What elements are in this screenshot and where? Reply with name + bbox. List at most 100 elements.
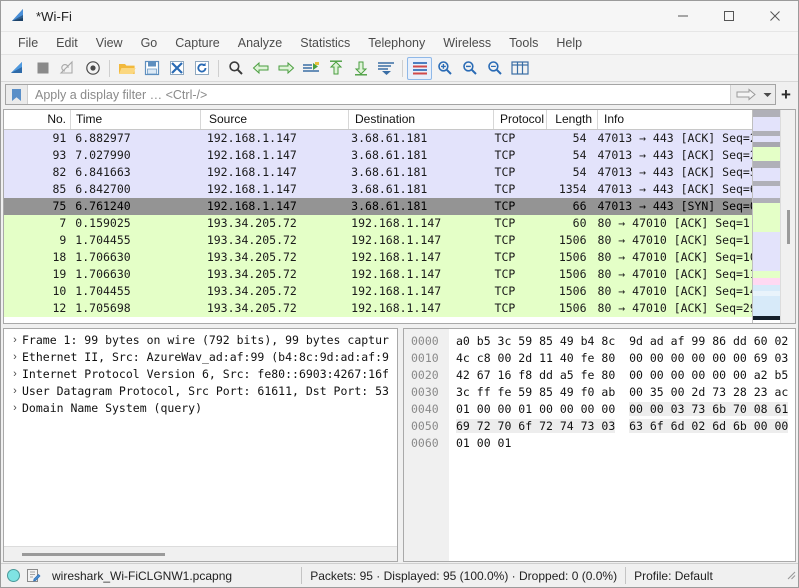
add-filter-button-button[interactable]: + xyxy=(776,84,796,105)
profile-label[interactable]: Profile: Default xyxy=(634,569,713,583)
menu-view[interactable]: View xyxy=(87,34,132,52)
zoom-out-icon[interactable] xyxy=(457,57,482,80)
menu-help[interactable]: Help xyxy=(547,34,591,52)
table-row[interactable]: 82 6.841663 192.168.1.147 3.68.61.181 TCP 54 4… xyxy=(4,164,795,181)
menu-statistics[interactable]: Statistics xyxy=(291,34,359,52)
chevron-right-icon[interactable]: › xyxy=(8,332,22,349)
capture-options-icon[interactable] xyxy=(80,57,105,80)
hex-bytes-left: 69 72 70 6f 72 74 73 03 xyxy=(456,419,616,433)
column-header-protocol[interactable]: Protocol xyxy=(494,110,547,129)
column-header-source[interactable]: Source xyxy=(201,110,349,129)
cell-src: 193.34.205.72 xyxy=(206,250,297,264)
detail-horizontal-scrollbar[interactable] xyxy=(4,546,397,561)
go-to-first-icon[interactable] xyxy=(323,57,348,80)
auto-scroll-icon[interactable] xyxy=(373,57,398,80)
chevron-down-icon[interactable] xyxy=(760,85,775,104)
packet-detail-tree[interactable]: › Frame 1: 99 bytes on wire (792 bits), 9… xyxy=(4,329,397,546)
status-left: wireshark_Wi-FiCLGNW1.pcapng xyxy=(3,568,232,583)
cell-time: 6.882977 xyxy=(75,131,131,145)
filter-input-container[interactable]: Apply a display filter … <Ctrl-/> xyxy=(5,84,776,105)
menu-go[interactable]: Go xyxy=(132,34,167,52)
cell-proto: TCP xyxy=(494,165,516,179)
cell-time: 1.704455 xyxy=(75,284,131,298)
detail-scrollbar-thumb[interactable] xyxy=(22,553,165,556)
zoom-in-icon[interactable] xyxy=(432,57,457,80)
cell-len: 54 xyxy=(572,165,587,179)
cell-proto: TCP xyxy=(494,233,516,247)
column-header-no[interactable]: No. xyxy=(4,110,71,129)
capture-comment-icon[interactable] xyxy=(23,568,43,583)
column-header-time[interactable]: Time xyxy=(71,110,201,129)
save-file-icon[interactable] xyxy=(139,57,164,80)
cell-time: 6.761240 xyxy=(75,199,131,213)
chevron-right-icon[interactable]: › xyxy=(8,400,22,417)
maximize-button[interactable] xyxy=(706,1,752,32)
bookmark-icon[interactable] xyxy=(6,85,28,104)
menu-edit[interactable]: Edit xyxy=(47,34,87,52)
menu-analyze[interactable]: Analyze xyxy=(229,34,291,52)
table-row[interactable]: 19 1.706630 193.34.205.72 192.168.1.147 TCP 1… xyxy=(4,266,795,283)
apply-filter-arrow-icon[interactable] xyxy=(730,85,760,104)
packet-list-minimap[interactable] xyxy=(752,110,780,323)
column-header-length[interactable]: Length xyxy=(547,110,598,129)
expert-info-icon[interactable] xyxy=(3,568,23,583)
stop-capture-icon[interactable] xyxy=(30,57,55,80)
hex-line[interactable]: 69 72 70 6f 72 74 73 03 63 6f 6d 02 6d 6… xyxy=(456,418,795,435)
packet-list-scrollbar[interactable] xyxy=(780,110,795,323)
resize-grip-icon[interactable] xyxy=(782,569,796,583)
menu-file[interactable]: File xyxy=(9,34,47,52)
minimap-segment xyxy=(753,278,780,286)
hex-line[interactable]: a0 b5 3c 59 85 49 b4 8c 9d ad af 99 86 d… xyxy=(456,333,795,350)
go-to-packet-icon[interactable] xyxy=(298,57,323,80)
hex-bytes-right: 00 35 00 2d 73 28 23 ac xyxy=(629,385,789,399)
find-packet-icon[interactable] xyxy=(223,57,248,80)
open-file-icon[interactable] xyxy=(114,57,139,80)
restart-capture-icon[interactable] xyxy=(55,57,80,80)
reload-file-icon[interactable] xyxy=(189,57,214,80)
detail-tree-item[interactable]: › Ethernet II, Src: AzureWav_ad:af:99 (b4… xyxy=(4,349,397,366)
column-header-destination[interactable]: Destination xyxy=(349,110,494,129)
chevron-right-icon[interactable]: › xyxy=(8,366,22,383)
hex-line[interactable]: 01 00 00 01 00 00 00 00 00 00 03 73 6b 7… xyxy=(456,401,795,418)
search-input[interactable]: Apply a display filter … <Ctrl-/> xyxy=(28,88,730,102)
start-capture-icon[interactable] xyxy=(5,57,30,80)
chevron-right-icon[interactable]: › xyxy=(8,383,22,400)
hex-line[interactable]: 42 67 16 f8 dd a5 fe 80 00 00 00 00 00 0… xyxy=(456,367,795,384)
table-row[interactable]: 93 7.027990 192.168.1.147 3.68.61.181 TCP 54 4… xyxy=(4,147,795,164)
cell-dst: 3.68.61.181 xyxy=(351,182,428,196)
hex-line[interactable]: 01 00 01 xyxy=(456,435,795,452)
detail-tree-item[interactable]: › User Datagram Protocol, Src Port: 61611… xyxy=(4,383,397,400)
menu-telephony[interactable]: Telephony xyxy=(359,34,434,52)
menu-wireless[interactable]: Wireless xyxy=(434,34,500,52)
detail-tree-item[interactable]: › Internet Protocol Version 6, Src: fe80:… xyxy=(4,366,397,383)
table-row[interactable]: 9 1.704455 193.34.205.72 192.168.1.147 TCP 15… xyxy=(4,232,795,249)
zoom-reset-icon[interactable] xyxy=(482,57,507,80)
minimize-button[interactable] xyxy=(660,1,706,32)
cell-no: 10 xyxy=(52,284,67,298)
hex-bytes-body[interactable]: a0 b5 3c 59 85 49 b4 8c 9d ad af 99 86 d… xyxy=(449,329,795,561)
table-row[interactable]: 7 0.159025 193.34.205.72 192.168.1.147 TCP 60… xyxy=(4,215,795,232)
colorize-packets-icon[interactable] xyxy=(407,56,432,80)
scrollbar-thumb[interactable] xyxy=(787,210,790,244)
detail-tree-item-label: Frame 1: 99 bytes on wire (792 bits), 99… xyxy=(22,333,389,347)
table-row[interactable]: 18 1.706630 193.34.205.72 192.168.1.147 TCP 1… xyxy=(4,249,795,266)
detail-tree-item[interactable]: › Frame 1: 99 bytes on wire (792 bits), 9… xyxy=(4,332,397,349)
go-back-icon[interactable] xyxy=(248,57,273,80)
table-row[interactable]: 10 1.704455 193.34.205.72 192.168.1.147 TCP 1… xyxy=(4,283,795,300)
menu-tools[interactable]: Tools xyxy=(500,34,547,52)
packet-list-body[interactable]: 91 6.882977 192.168.1.147 3.68.61.181 TCP 54 4… xyxy=(4,130,795,323)
table-row[interactable]: 85 6.842700 192.168.1.147 3.68.61.181 TCP 135… xyxy=(4,181,795,198)
go-to-last-icon[interactable] xyxy=(348,57,373,80)
close-button[interactable] xyxy=(752,1,798,32)
hex-line[interactable]: 3c ff fe 59 85 49 f0 ab 00 35 00 2d 73 2… xyxy=(456,384,795,401)
chevron-right-icon[interactable]: › xyxy=(8,349,22,366)
detail-tree-item[interactable]: › Domain Name System (query) xyxy=(4,400,397,417)
table-row[interactable]: 91 6.882977 192.168.1.147 3.68.61.181 TCP 54 4… xyxy=(4,130,795,147)
menu-capture[interactable]: Capture xyxy=(166,34,228,52)
close-file-icon[interactable] xyxy=(164,57,189,80)
hex-line[interactable]: 4c c8 00 2d 11 40 fe 80 00 00 00 00 00 0… xyxy=(456,350,795,367)
resize-columns-icon[interactable] xyxy=(507,57,532,80)
table-row[interactable]: 12 1.705698 193.34.205.72 192.168.1.147 TCP 1… xyxy=(4,300,795,317)
table-row[interactable]: 75 6.761240 192.168.1.147 3.68.61.181 TCP 66 4… xyxy=(4,198,795,215)
go-forward-icon[interactable] xyxy=(273,57,298,80)
